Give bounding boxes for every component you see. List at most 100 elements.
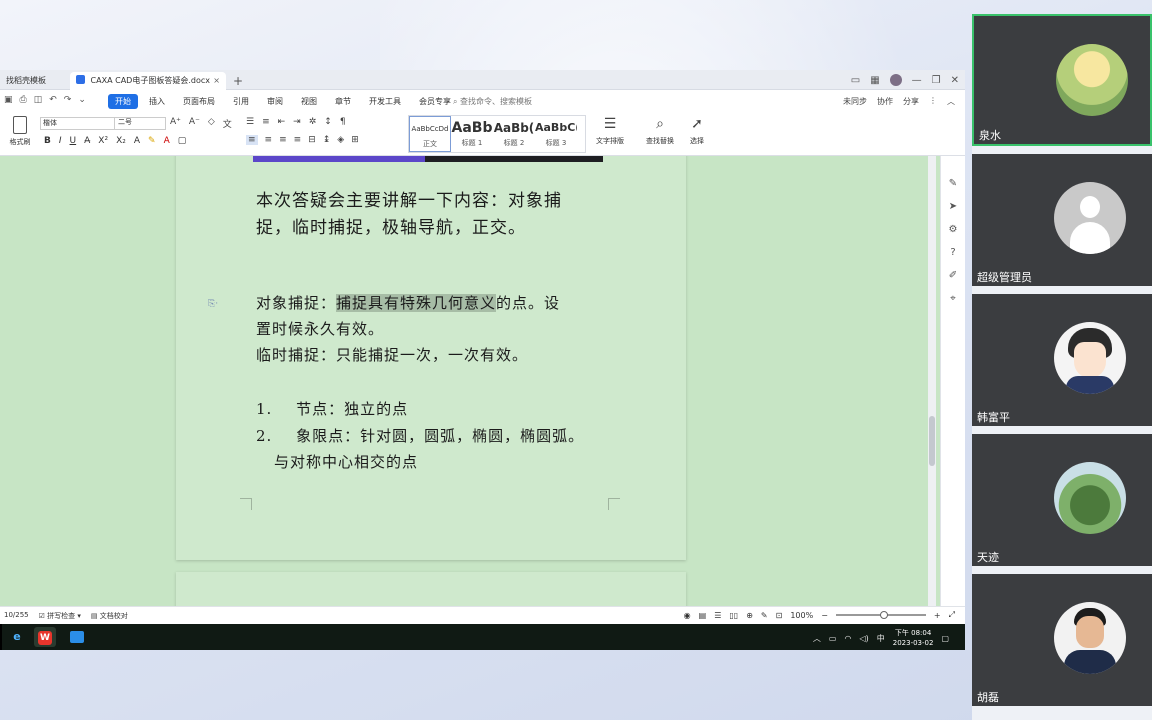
- tab-view[interactable]: 视图: [294, 94, 324, 109]
- font-size-select[interactable]: 二号: [114, 117, 166, 130]
- paragraph-handle-icon[interactable]: ⎘·: [208, 299, 218, 309]
- underline-icon[interactable]: U: [70, 136, 77, 146]
- numbering-icon[interactable]: ≡: [262, 117, 270, 127]
- read-view-icon[interactable]: ▯▯: [729, 611, 738, 620]
- display-icon[interactable]: ▭: [829, 634, 837, 643]
- chinese-layout-icon[interactable]: ✲: [309, 117, 317, 127]
- page-view-icon[interactable]: ▤: [699, 611, 707, 620]
- doc-proof-button[interactable]: ▤ 文档校对: [91, 611, 128, 621]
- tab-member[interactable]: 会员专享: [412, 94, 458, 109]
- shrink-font-icon[interactable]: A⁻: [189, 117, 200, 130]
- edge-browser-icon[interactable]: e: [6, 627, 28, 647]
- format-painter-button[interactable]: 格式刷: [6, 116, 34, 147]
- participant-tile[interactable]: 超级管理员: [972, 154, 1152, 286]
- write-view-icon[interactable]: ✎: [761, 611, 768, 620]
- tab-template[interactable]: 找稻壳模板: [0, 72, 66, 90]
- show-marks-icon[interactable]: ¶: [340, 117, 346, 127]
- borders-icon[interactable]: ⊞: [351, 135, 359, 145]
- location-icon[interactable]: ⌖: [941, 287, 965, 310]
- chevron-up-icon[interactable]: ︿: [813, 633, 821, 644]
- participant-tile[interactable]: 胡磊: [972, 574, 1152, 706]
- tab-insert[interactable]: 插入: [142, 94, 172, 109]
- font-color-icon[interactable]: A: [164, 136, 170, 146]
- spell-check-button[interactable]: ☑ 拼写检查 ▾: [39, 611, 81, 621]
- web-view-icon[interactable]: ⊕: [746, 611, 753, 620]
- align-right-icon[interactable]: ≡: [279, 135, 287, 145]
- shading-icon[interactable]: ◈: [337, 135, 344, 145]
- layout-icon[interactable]: ▭: [851, 75, 860, 86]
- preview-icon[interactable]: ◫: [34, 95, 43, 105]
- strikethrough-icon[interactable]: A̶: [84, 136, 90, 146]
- close-tab-icon[interactable]: ×: [213, 72, 220, 90]
- zoom-value[interactable]: 100%: [790, 611, 813, 620]
- justify-icon[interactable]: ≡: [294, 135, 302, 145]
- zoom-in-icon[interactable]: +: [934, 611, 941, 620]
- clock[interactable]: 下午 08:04 2023-03-02: [893, 628, 934, 648]
- meeting-app-icon[interactable]: [66, 627, 88, 647]
- volume-icon[interactable]: ◁): [859, 634, 868, 643]
- restore-icon[interactable]: ❐: [932, 75, 941, 86]
- collapse-ribbon-icon[interactable]: ︿: [947, 96, 955, 107]
- redo-icon[interactable]: ↷: [64, 95, 72, 105]
- tab-document[interactable]: CAXA CAD电子图板答疑会.docx ×: [70, 72, 226, 90]
- eye-protect-icon[interactable]: ◉: [684, 611, 691, 620]
- increase-indent-icon[interactable]: ⇥: [293, 117, 301, 127]
- fullscreen-icon[interactable]: ⤢: [949, 610, 955, 620]
- grid-icon[interactable]: ▦: [870, 75, 879, 86]
- fit-icon[interactable]: ⊡: [776, 611, 783, 620]
- help-icon[interactable]: ?: [941, 241, 965, 264]
- style-heading-3[interactable]: AaBbC( 标题 3: [535, 116, 577, 152]
- collab-button[interactable]: 协作: [877, 96, 893, 107]
- bold-icon[interactable]: B: [44, 136, 51, 146]
- pointer-icon[interactable]: ➤: [941, 195, 965, 218]
- user-avatar[interactable]: [889, 74, 902, 86]
- notification-icon[interactable]: ▢: [941, 634, 949, 643]
- save-icon[interactable]: ▣: [4, 95, 13, 105]
- tab-home[interactable]: 开始: [108, 94, 138, 109]
- tab-chapter[interactable]: 章节: [328, 94, 358, 109]
- line-spacing-icon[interactable]: ↨: [323, 135, 331, 145]
- sort-icon[interactable]: ↕: [324, 117, 332, 127]
- wifi-icon[interactable]: ◠: [844, 634, 851, 643]
- zoom-knob[interactable]: [879, 611, 888, 619]
- text-effect-icon[interactable]: A: [134, 136, 140, 146]
- phonetic-icon[interactable]: 文: [223, 117, 232, 130]
- tab-page-layout[interactable]: 页面布局: [176, 94, 222, 109]
- distributed-icon[interactable]: ⊟: [308, 135, 316, 145]
- zoom-out-icon[interactable]: −: [821, 611, 828, 620]
- edit-doc-icon[interactable]: ✐: [941, 264, 965, 287]
- text-layout-button[interactable]: ☰ 文字排版: [596, 116, 624, 146]
- style-normal[interactable]: AaBbCcDd 正文: [409, 116, 451, 152]
- pen-icon[interactable]: ✎: [941, 172, 965, 195]
- sync-status[interactable]: 未同步: [843, 96, 867, 107]
- align-center-icon[interactable]: ≡: [265, 135, 273, 145]
- select-button[interactable]: ➚ 选择: [690, 116, 704, 146]
- wps-icon[interactable]: W: [34, 627, 56, 647]
- zoom-slider[interactable]: [835, 611, 926, 619]
- ime-indicator[interactable]: 中: [877, 633, 885, 644]
- share-button[interactable]: 分享: [903, 96, 919, 107]
- italic-icon[interactable]: I: [59, 136, 62, 146]
- style-heading-1[interactable]: AaBb 标题 1: [451, 116, 493, 152]
- more-icon[interactable]: ⋮: [929, 96, 937, 107]
- tab-developer[interactable]: 开发工具: [362, 94, 408, 109]
- char-border-icon[interactable]: ▢: [178, 136, 187, 146]
- participant-tile[interactable]: 泉水: [972, 14, 1152, 146]
- dropdown-icon[interactable]: ⌄: [78, 95, 86, 105]
- style-heading-2[interactable]: AaBb( 标题 2: [493, 116, 535, 152]
- document-canvas[interactable]: 本次答疑会主要讲解一下内容：对象捕 捉，临时捕捉，极轴导航，正交。 ⎘· 对象捕…: [0, 156, 940, 606]
- command-search[interactable]: ⌕ 查找命令、搜索模板: [453, 96, 532, 107]
- undo-icon[interactable]: ↶: [49, 95, 57, 105]
- grow-font-icon[interactable]: A⁺: [170, 117, 181, 130]
- participant-tile[interactable]: 韩富平: [972, 294, 1152, 426]
- minimize-icon[interactable]: —: [912, 75, 922, 86]
- print-icon[interactable]: ⎙: [20, 95, 27, 105]
- scroll-thumb[interactable]: [929, 416, 935, 466]
- tab-references[interactable]: 引用: [226, 94, 256, 109]
- vertical-scrollbar[interactable]: [928, 156, 936, 606]
- align-left-icon[interactable]: ≡: [246, 135, 258, 145]
- subscript-icon[interactable]: X₂: [116, 136, 126, 146]
- outline-view-icon[interactable]: ☰: [714, 611, 721, 620]
- highlight-icon[interactable]: ✎: [148, 136, 156, 146]
- close-window-icon[interactable]: ✕: [951, 75, 959, 86]
